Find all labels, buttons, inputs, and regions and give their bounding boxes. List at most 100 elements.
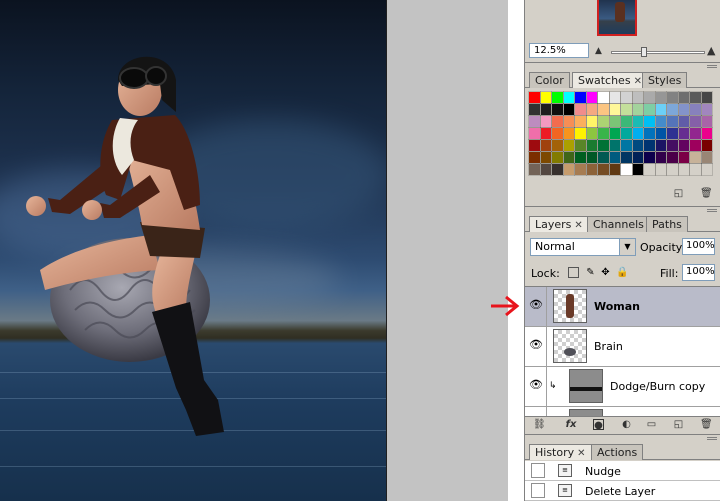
- color-swatch[interactable]: [574, 127, 587, 140]
- color-swatch[interactable]: [689, 103, 702, 116]
- color-swatch[interactable]: [528, 139, 541, 152]
- color-swatch[interactable]: [643, 115, 656, 128]
- color-swatch[interactable]: [643, 103, 656, 116]
- color-swatch[interactable]: [597, 91, 610, 104]
- tab-color[interactable]: Color: [529, 72, 570, 88]
- lock-all-icon[interactable]: 🔒: [616, 267, 628, 278]
- panel-divider[interactable]: [525, 206, 720, 214]
- visibility-cell[interactable]: 👁: [525, 287, 547, 327]
- color-swatch[interactable]: [700, 115, 713, 128]
- color-swatch[interactable]: [666, 139, 679, 152]
- color-swatch[interactable]: [677, 103, 690, 116]
- trash-icon[interactable]: 🗑: [700, 188, 713, 199]
- color-swatch[interactable]: [551, 151, 564, 164]
- tab-actions[interactable]: Actions: [591, 444, 644, 460]
- layer-row-woman[interactable]: 👁 Woman: [525, 287, 720, 327]
- panel-divider[interactable]: [525, 434, 720, 442]
- color-swatch[interactable]: [643, 151, 656, 164]
- color-swatch[interactable]: [562, 139, 575, 152]
- tab-channels[interactable]: Channels: [587, 216, 650, 232]
- layer-row-dodge-burn-copy[interactable]: 👁 ↳ Dodge/Burn copy: [525, 367, 720, 407]
- blend-mode-select[interactable]: Normal ▼: [530, 238, 636, 256]
- color-swatch[interactable]: [608, 91, 621, 104]
- color-swatch[interactable]: [631, 115, 644, 128]
- color-swatch[interactable]: [574, 163, 587, 176]
- color-swatch[interactable]: [620, 151, 633, 164]
- color-swatch[interactable]: [585, 103, 598, 116]
- tab-styles[interactable]: Styles: [642, 72, 688, 88]
- color-swatch[interactable]: [539, 103, 552, 116]
- color-swatch[interactable]: [666, 115, 679, 128]
- color-swatch[interactable]: [597, 139, 610, 152]
- zoom-out-mountain-icon[interactable]: ▲: [595, 46, 602, 56]
- color-swatch[interactable]: [620, 103, 633, 116]
- color-swatch[interactable]: [689, 91, 702, 104]
- color-swatch[interactable]: [631, 151, 644, 164]
- color-swatch[interactable]: [631, 139, 644, 152]
- color-swatch[interactable]: [700, 91, 713, 104]
- color-swatch[interactable]: [620, 163, 633, 176]
- color-swatch[interactable]: [631, 103, 644, 116]
- color-swatch[interactable]: [585, 91, 598, 104]
- color-swatch[interactable]: [539, 163, 552, 176]
- color-swatch[interactable]: [700, 127, 713, 140]
- new-layer-icon[interactable]: ◱: [673, 419, 684, 430]
- new-swatch-icon[interactable]: ◱: [673, 188, 684, 199]
- color-swatch[interactable]: [689, 163, 702, 176]
- color-swatch[interactable]: [666, 151, 679, 164]
- color-swatch[interactable]: [528, 91, 541, 104]
- visibility-cell[interactable]: 👁: [525, 407, 547, 416]
- color-swatch[interactable]: [689, 115, 702, 128]
- close-icon[interactable]: ✕: [577, 448, 585, 459]
- color-swatch[interactable]: [677, 127, 690, 140]
- color-swatch[interactable]: [700, 103, 713, 116]
- color-swatch[interactable]: [654, 91, 667, 104]
- color-swatch[interactable]: [608, 115, 621, 128]
- color-swatch[interactable]: [608, 103, 621, 116]
- color-swatch[interactable]: [677, 139, 690, 152]
- color-swatch[interactable]: [700, 163, 713, 176]
- color-swatch[interactable]: [574, 139, 587, 152]
- zoom-slider-handle[interactable]: [641, 47, 647, 57]
- close-icon[interactable]: ✕: [574, 220, 582, 231]
- close-icon[interactable]: ✕: [634, 76, 642, 87]
- color-swatch[interactable]: [528, 163, 541, 176]
- layer-row[interactable]: 👁: [525, 407, 720, 416]
- color-swatch[interactable]: [654, 139, 667, 152]
- color-swatch[interactable]: [551, 115, 564, 128]
- color-swatch[interactable]: [574, 151, 587, 164]
- color-swatch[interactable]: [608, 127, 621, 140]
- color-swatch[interactable]: [654, 103, 667, 116]
- color-swatch[interactable]: [562, 127, 575, 140]
- layer-name[interactable]: Dodge/Burn copy: [610, 380, 705, 393]
- color-swatch[interactable]: [666, 103, 679, 116]
- color-swatch[interactable]: [643, 163, 656, 176]
- color-swatch[interactable]: [597, 115, 610, 128]
- chevron-down-icon[interactable]: ▼: [619, 239, 635, 255]
- color-swatch[interactable]: [562, 151, 575, 164]
- color-swatch[interactable]: [620, 139, 633, 152]
- color-swatch[interactable]: [585, 163, 598, 176]
- color-swatch[interactable]: [585, 115, 598, 128]
- color-swatch[interactable]: [562, 91, 575, 104]
- color-swatch[interactable]: [654, 151, 667, 164]
- color-swatch[interactable]: [677, 115, 690, 128]
- color-swatch[interactable]: [551, 139, 564, 152]
- eye-icon[interactable]: 👁: [529, 379, 543, 390]
- lock-move-icon[interactable]: ✥: [600, 267, 611, 278]
- color-swatch[interactable]: [620, 127, 633, 140]
- trash-icon[interactable]: 🗑: [700, 419, 713, 430]
- layer-name[interactable]: Woman: [594, 300, 640, 313]
- tab-layers[interactable]: Layers ✕: [529, 216, 589, 232]
- color-swatch[interactable]: [654, 115, 667, 128]
- color-swatch[interactable]: [539, 151, 552, 164]
- history-snapshot-checkbox[interactable]: [531, 463, 545, 478]
- color-swatch[interactable]: [654, 127, 667, 140]
- color-swatch[interactable]: [539, 139, 552, 152]
- color-swatch[interactable]: [574, 91, 587, 104]
- color-swatch[interactable]: [677, 151, 690, 164]
- color-swatch[interactable]: [539, 91, 552, 104]
- color-swatch[interactable]: [597, 151, 610, 164]
- opacity-input[interactable]: 100%: [682, 238, 715, 255]
- zoom-input[interactable]: 12.5%: [529, 43, 589, 58]
